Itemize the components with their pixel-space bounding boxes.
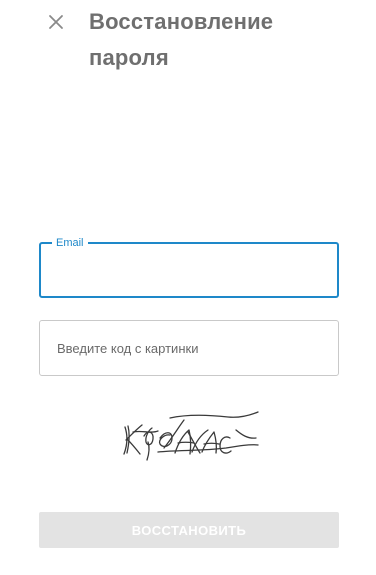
page-title: Восстановление пароля (89, 9, 274, 70)
email-field[interactable]: Email (39, 236, 339, 298)
close-icon (49, 15, 63, 29)
captcha-code-input[interactable] (57, 336, 324, 360)
email-label: Email (52, 236, 88, 250)
captcha-code-field[interactable] (39, 320, 339, 376)
close-button[interactable] (44, 10, 68, 34)
restore-button[interactable]: ВОССТАНОВИТЬ (39, 512, 339, 548)
email-input[interactable] (55, 258, 323, 282)
captcha-image (123, 411, 259, 461)
